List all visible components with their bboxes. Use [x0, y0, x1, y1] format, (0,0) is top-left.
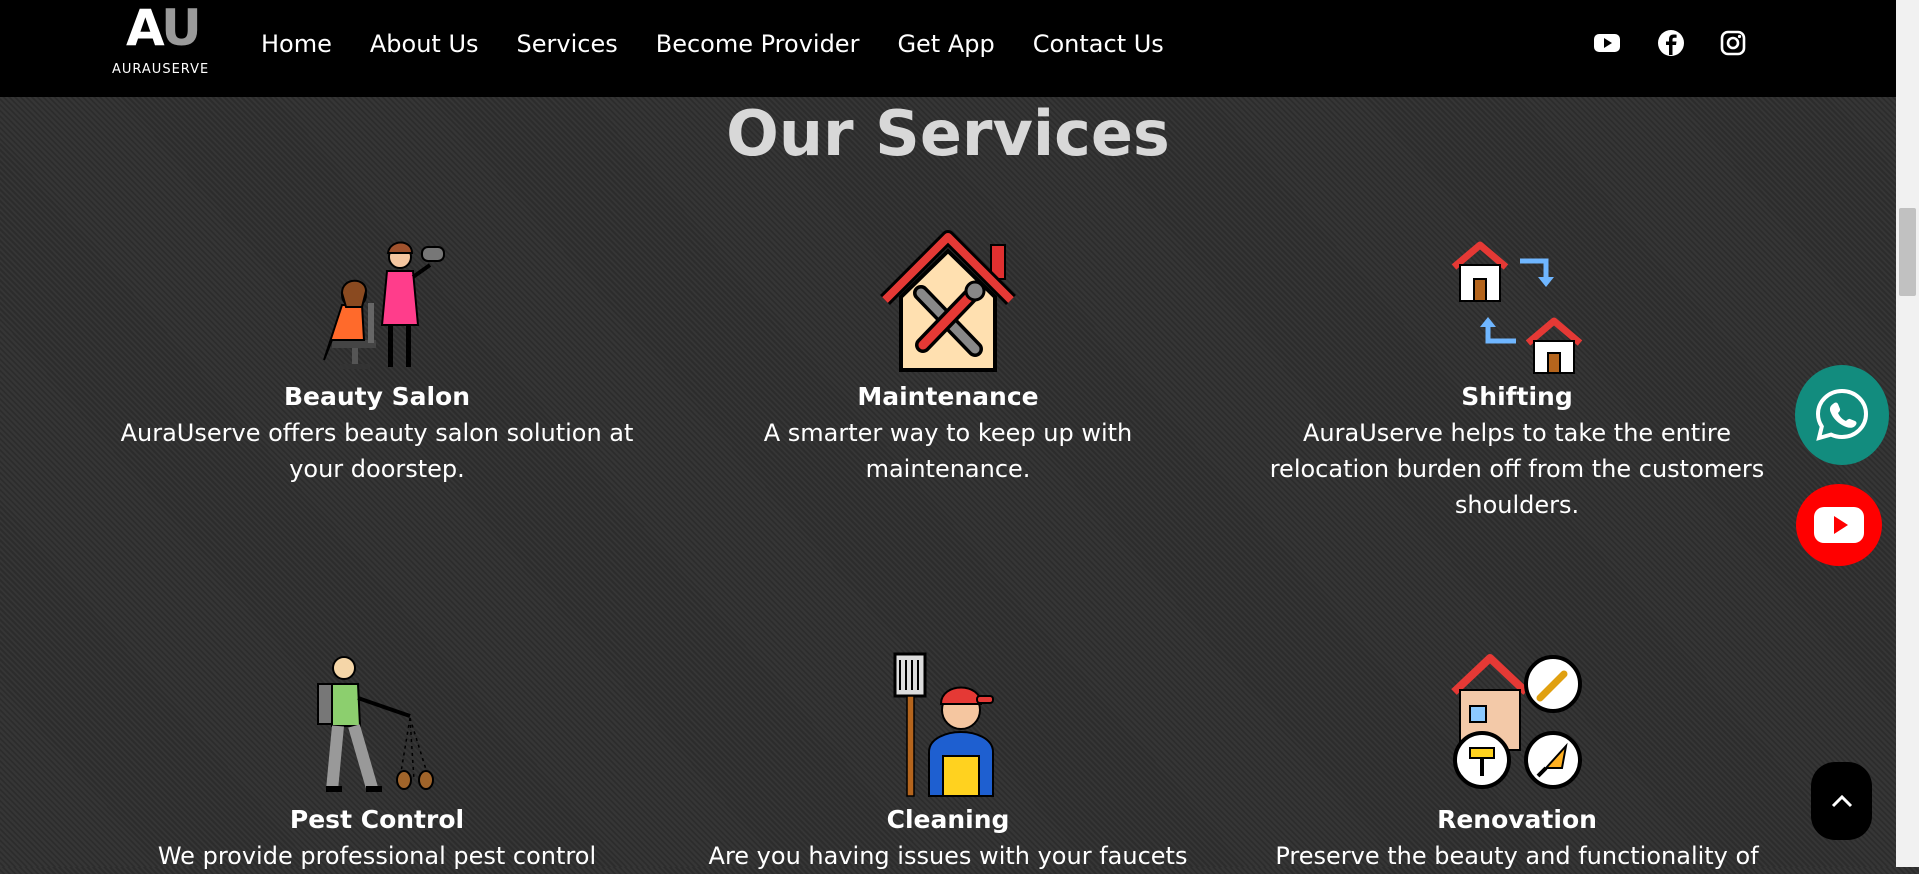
service-card-pest-control[interactable]: Pest Control We provide professional pes… — [117, 648, 637, 874]
service-title: Maintenance — [857, 382, 1039, 411]
section-title: Our Services — [726, 97, 1170, 170]
scrollbar-thumb[interactable] — [1899, 208, 1916, 296]
service-description: A smarter way to keep up with maintenanc… — [763, 419, 1133, 483]
nav-link-become-provider[interactable]: Become Provider — [656, 28, 860, 60]
salon-icon — [323, 241, 445, 369]
service-description: We provide professional pest control — [157, 842, 597, 870]
service-card-cleaning[interactable]: Cleaning Are you having issues with your… — [688, 648, 1208, 874]
logo-mark: AU — [126, 0, 202, 57]
service-title: Shifting — [1461, 382, 1573, 411]
house-tools-icon — [880, 230, 1016, 372]
cleaner-icon — [893, 652, 994, 797]
pest-spray-icon — [317, 656, 434, 792]
nav-link-contact-us[interactable]: Contact Us — [1033, 28, 1164, 60]
service-card-maintenance[interactable]: Maintenance A smarter way to keep up wit… — [688, 225, 1208, 487]
service-title: Beauty Salon — [283, 382, 471, 411]
nav-link-about-us[interactable]: About Us — [370, 28, 479, 60]
top-navbar: AU AURAUSERVE Home About Us Services Bec… — [0, 0, 1896, 97]
service-card-renovation[interactable]: Renovation Preserve the beauty and funct… — [1257, 648, 1777, 874]
service-title: Renovation — [1437, 805, 1597, 834]
service-title: Pest Control — [289, 805, 465, 834]
house-move-icon — [1451, 241, 1583, 374]
nav-link-services[interactable]: Services — [517, 28, 618, 60]
youtube-float-button[interactable] — [1796, 484, 1882, 566]
chevron-up-icon — [1831, 794, 1852, 808]
whatsapp-float-button[interactable] — [1795, 365, 1889, 465]
youtube-icon[interactable] — [1592, 28, 1622, 58]
whatsapp-icon — [1815, 388, 1869, 441]
service-description: AuraUserve helps to take the entire relo… — [1269, 419, 1765, 519]
scroll-to-top-button[interactable] — [1811, 762, 1872, 840]
nav-link-get-app[interactable]: Get App — [897, 28, 994, 60]
service-description: AuraUserve offers beauty salon solution … — [120, 419, 634, 483]
instagram-icon[interactable] — [1718, 28, 1748, 58]
brand-logo[interactable]: AU AURAUSERVE — [112, 0, 216, 84]
facebook-icon[interactable] — [1656, 28, 1686, 58]
renovation-icon — [1451, 654, 1582, 789]
service-card-shifting[interactable]: Shifting AuraUserve helps to take the en… — [1257, 225, 1777, 523]
youtube-icon — [1814, 507, 1864, 543]
page-scrollbar[interactable] — [1896, 0, 1919, 867]
service-title: Cleaning — [886, 805, 1010, 834]
service-description: Preserve the beauty and functionality of — [1275, 842, 1759, 870]
service-card-beauty-salon[interactable]: Beauty Salon AuraUserve offers beauty sa… — [117, 225, 637, 487]
nav-link-home[interactable]: Home — [261, 28, 332, 60]
service-description: Are you having issues with your faucets — [708, 842, 1188, 870]
logo-text: AURAUSERVE — [112, 62, 210, 77]
main-menu: Home About Us Services Become Provider G… — [261, 28, 1164, 60]
